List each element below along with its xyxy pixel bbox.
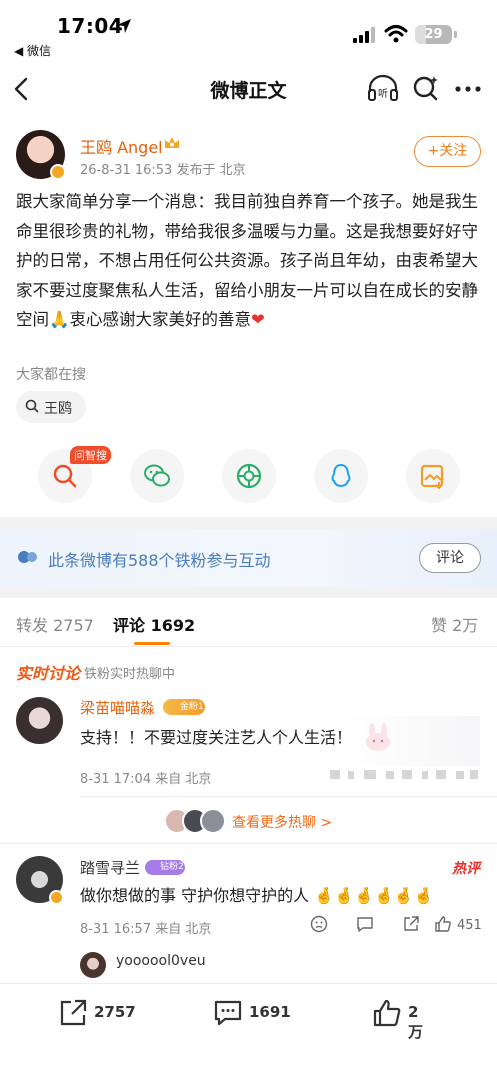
post-body: 跟大家简单分享一个消息：我目前独自养育一个孩子。她是我生命里很珍贵的礼物，带给我… xyxy=(16,192,478,329)
wifi-icon xyxy=(384,25,408,43)
tab-comment[interactable]: 评论 1692 xyxy=(113,612,195,636)
trending-search-text: 王鸥 xyxy=(44,401,72,417)
comment-text: 支持！！不要过度关注艺人个人生活！ xyxy=(80,728,353,747)
wechat-icon[interactable] xyxy=(130,449,184,503)
fan-level-badge: 钻粉2 xyxy=(145,860,185,875)
like-icon xyxy=(373,999,401,1027)
realtime-subtitle: 铁粉实时热聊中 xyxy=(84,667,176,682)
comment-icon xyxy=(214,1000,242,1026)
section-divider xyxy=(0,843,497,844)
ai-search-badge: 问智搜 xyxy=(70,446,111,464)
bunny-sticker-icon xyxy=(366,723,390,751)
nav-bar: 微博正文 听 xyxy=(0,62,497,116)
comment-meta: 8-31 16:57 来自 北京 xyxy=(80,922,212,937)
trending-search-chip[interactable]: 王鸥 xyxy=(16,391,86,423)
signal-icon xyxy=(353,27,375,43)
comment-divider xyxy=(80,796,497,797)
search-icon xyxy=(25,399,39,413)
like-icon[interactable] xyxy=(434,915,452,933)
hot-chat-avatars xyxy=(164,808,228,834)
comment-button[interactable]: 评论 xyxy=(419,543,481,573)
comment-author[interactable]: 踏雪寻兰 xyxy=(80,857,140,878)
like-count: 2万 xyxy=(408,1003,424,1041)
share-icon[interactable] xyxy=(402,915,420,933)
save-image-icon[interactable] xyxy=(406,449,460,503)
more-icon[interactable] xyxy=(455,86,481,92)
comment-text: 做你想做的事 守护你想守护的人 🤞🤞🤞🤞🤞🤞 xyxy=(80,886,434,905)
tab-repost[interactable]: 转发 2757 xyxy=(16,612,94,636)
comment-like-count: 451 xyxy=(457,918,482,933)
moments-icon[interactable] xyxy=(222,449,276,503)
avatar[interactable] xyxy=(16,697,63,744)
follow-button[interactable]: +关注 xyxy=(414,136,481,167)
battery-icon: 29 xyxy=(415,25,452,44)
location-arrow-icon xyxy=(117,19,131,33)
reply-icon[interactable] xyxy=(356,915,374,933)
tab-divider xyxy=(0,646,497,647)
bottom-action-bar: 2757 1691 2万 xyxy=(0,983,497,1080)
svg-text:听: 听 xyxy=(378,88,388,100)
repost-count: 2757 xyxy=(94,1003,136,1021)
more-hot-chat-link[interactable]: 查看更多热聊 > xyxy=(232,812,332,832)
reply-author[interactable]: yoooool0veu xyxy=(116,953,206,969)
comment-count: 1691 xyxy=(249,1003,291,1021)
comment-meta: 8-31 17:04 来自 北京 xyxy=(80,772,212,787)
fan-interaction-bar: 此条微博有588个铁粉参与互动 评论 xyxy=(0,529,497,587)
section-divider xyxy=(0,587,497,598)
verified-badge-icon xyxy=(49,890,64,905)
qq-icon[interactable] xyxy=(314,449,368,503)
post-tabs: 转发 2757 评论 1692 赞 2万 xyxy=(0,598,497,646)
fan-interaction-text: 此条微博有588个铁粉参与互动 xyxy=(48,551,271,570)
section-divider xyxy=(0,517,497,529)
repost-icon xyxy=(60,999,87,1026)
battery-level: 29 xyxy=(424,27,443,42)
back-to-app-link[interactable]: ◀ 微信 xyxy=(14,42,51,59)
avatar[interactable] xyxy=(80,952,106,978)
search-icon[interactable] xyxy=(412,74,440,102)
heart-icon: ❤ xyxy=(251,310,265,329)
crown-badge-icon xyxy=(165,137,179,148)
tab-like[interactable]: 赞 2万 xyxy=(431,612,478,636)
trending-search-label: 大家都在搜 xyxy=(16,367,86,383)
fan-icon xyxy=(18,551,37,563)
comment-author[interactable]: 梁苗喵喵淼 xyxy=(80,697,155,718)
fan-level-badge: 金粉1 xyxy=(163,699,205,715)
verified-badge-icon xyxy=(50,164,66,180)
hot-comment-tag: 热评 xyxy=(452,861,480,877)
decorative-dashes xyxy=(330,770,478,779)
status-bar: 17:04 ◀ 微信 29 xyxy=(0,0,497,62)
tab-active-indicator xyxy=(134,642,170,645)
headphones-icon[interactable]: 听 xyxy=(367,74,399,102)
dislike-emoji-icon[interactable] xyxy=(310,915,328,933)
post-meta: 26-8-31 16:53 发布于 北京 xyxy=(80,163,246,178)
avatar xyxy=(200,808,226,834)
author-name[interactable]: 王鸥 Angel xyxy=(80,134,163,158)
realtime-title: 实时讨论 xyxy=(16,664,81,683)
clock: 17:04 xyxy=(57,14,124,38)
